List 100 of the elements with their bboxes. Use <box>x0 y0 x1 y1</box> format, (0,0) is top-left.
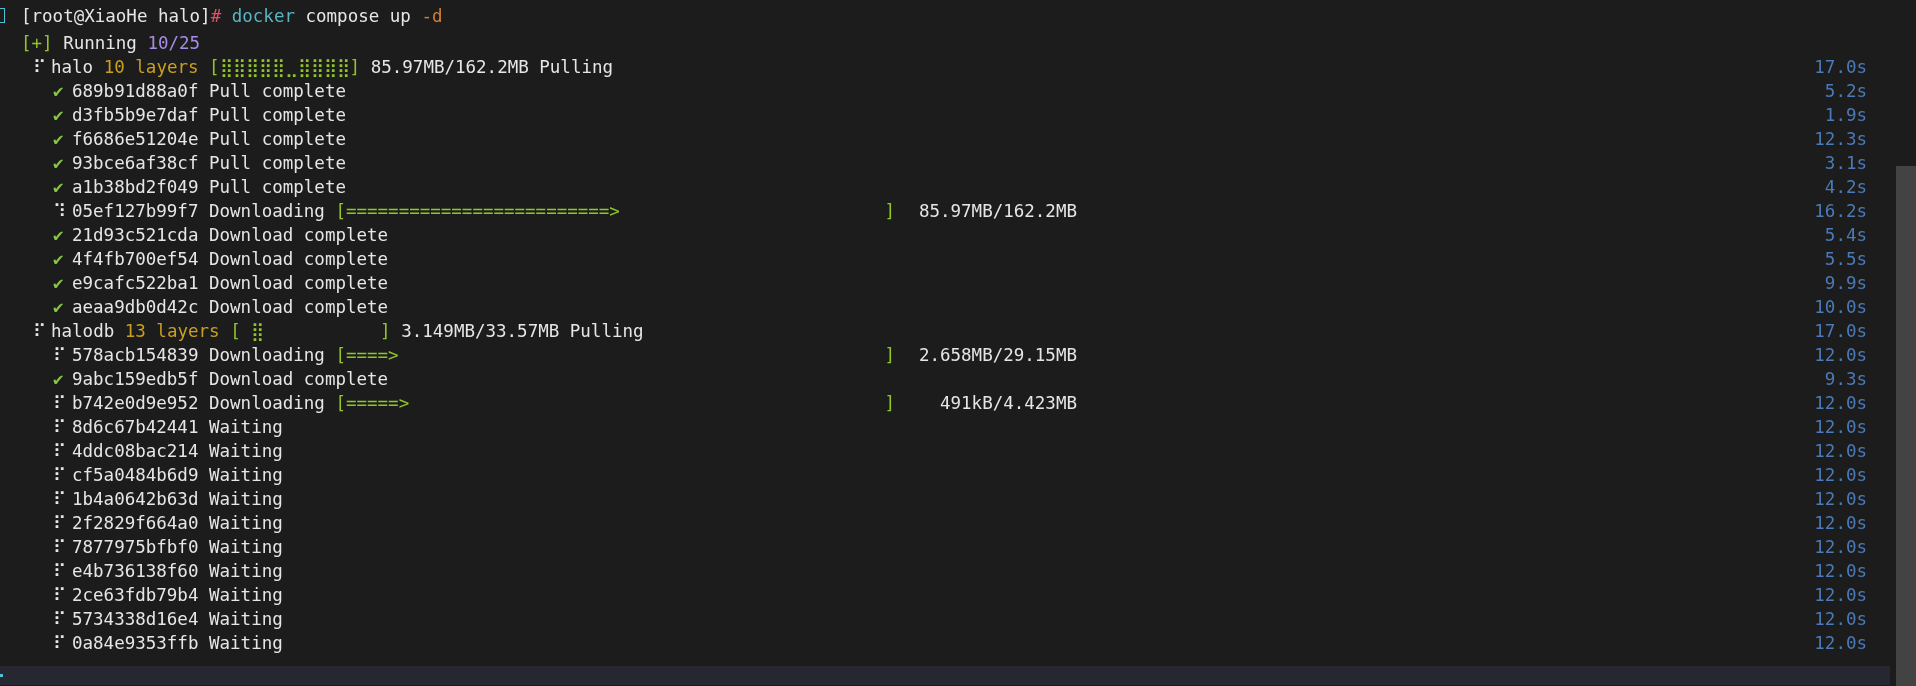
elapsed-time: 12.0s <box>1814 537 1867 557</box>
layer-status: Pull complete <box>209 153 346 173</box>
elapsed-time: 5.5s <box>1824 249 1867 269</box>
check-mark: ✔ <box>53 153 65 173</box>
prompt-marker-icon <box>0 8 5 23</box>
service-name: halo <box>51 57 94 77</box>
elapsed-time: 12.0s <box>1814 609 1867 629</box>
elapsed-time: 9.9s <box>1824 273 1867 293</box>
progress-bar-text: [====> <box>335 345 400 365</box>
service-name: halodb <box>51 321 115 341</box>
layer-id: aeaa9db0d42c <box>72 297 199 317</box>
layer-status: Waiting <box>209 585 283 605</box>
check-mark: ✔ <box>53 249 65 269</box>
layer-id: 21d93c521cda <box>72 225 199 245</box>
spinner-glyph: ⠏ <box>33 321 47 341</box>
spinner-glyph: ⠏ <box>33 57 47 77</box>
status-bracket: [+] <box>21 33 53 53</box>
elapsed-time: 12.3s <box>1814 129 1867 149</box>
check-mark: ✔ <box>53 81 65 101</box>
service-state: Pulling <box>539 57 614 77</box>
cursor-icon <box>0 674 3 677</box>
elapsed-time: 9.3s <box>1824 369 1867 389</box>
download-size: 85.97MB/162.2MB <box>370 57 529 77</box>
layer-status: Download complete <box>209 249 389 269</box>
spinner-glyph: ⠏ <box>53 609 67 629</box>
layer-status: Downloading <box>209 393 325 413</box>
layer-status: Waiting <box>209 441 283 461</box>
elapsed-time: 12.0s <box>1814 417 1867 437</box>
prompt-user-host: [root@XiaoHe halo] <box>21 5 211 26</box>
scrollbar-thumb[interactable] <box>1896 166 1916 686</box>
elapsed-time: 17.0s <box>1814 57 1867 77</box>
prompt-symbol: # <box>210 5 222 26</box>
spinner-glyph: ⠏ <box>53 441 67 461</box>
spinner-glyph: ⠏ <box>53 393 67 413</box>
command-args: compose up <box>305 5 411 26</box>
command-name: docker <box>231 5 295 26</box>
layer-id: 0a84e9353ffb <box>72 633 199 653</box>
check-mark: ✔ <box>53 177 65 197</box>
layer-id: 2ce63fdb79b4 <box>72 585 199 605</box>
progress-bar-text: [=====> <box>335 393 411 413</box>
layer-status: Waiting <box>209 489 283 509</box>
layer-status: Waiting <box>209 633 283 653</box>
progress-bar-text: [=========================> <box>335 201 621 221</box>
layer-status: Waiting <box>209 537 283 557</box>
layer-status: Downloading <box>209 201 325 221</box>
layer-status: Waiting <box>209 561 283 581</box>
layer-status: Download complete <box>209 369 389 389</box>
layer-status: Pull complete <box>209 81 346 101</box>
layer-id: f6686e51204e <box>72 129 199 149</box>
status-label: Running <box>63 33 137 53</box>
spinner-glyph: ⠏ <box>53 345 67 365</box>
elapsed-time: 16.2s <box>1814 201 1867 221</box>
spinner-glyph: ⠏ <box>53 537 67 557</box>
elapsed-time: 17.0s <box>1814 321 1867 341</box>
elapsed-time: 12.0s <box>1814 345 1867 365</box>
layer-count: 13 layers <box>124 321 220 341</box>
check-mark: ✔ <box>53 105 65 125</box>
spinner-glyph: ⠏ <box>53 633 67 653</box>
layer-id: 1b4a0642b63d <box>72 489 199 509</box>
elapsed-time: 12.0s <box>1814 633 1867 653</box>
elapsed-time: 12.0s <box>1814 465 1867 485</box>
layer-status: Waiting <box>209 513 283 533</box>
check-mark: ✔ <box>53 129 65 149</box>
check-mark: ✔ <box>53 273 65 293</box>
elapsed-time: 5.2s <box>1824 81 1867 101</box>
progress-bracket: ] <box>884 345 895 365</box>
layer-status: Waiting <box>209 417 283 437</box>
layer-status: Download complete <box>209 273 389 293</box>
layer-id: cf5a0484b6d9 <box>72 465 199 485</box>
layer-status: Waiting <box>209 465 283 485</box>
elapsed-time: 5.4s <box>1824 225 1867 245</box>
progress-bracket: ] <box>884 393 895 413</box>
layer-status: Download complete <box>209 225 389 245</box>
layer-id: 689b91d88a0f <box>72 81 199 101</box>
layer-id: a1b38bd2f049 <box>72 177 199 197</box>
check-mark: ✔ <box>53 225 65 245</box>
layer-id: e4b736138f60 <box>72 561 199 581</box>
status-count: 10/25 <box>147 33 201 53</box>
spinner-glyph: ⠏ <box>53 465 67 485</box>
spinner-glyph: ⠏ <box>53 513 67 533</box>
layer-status: Waiting <box>209 609 283 629</box>
elapsed-time: 12.0s <box>1814 489 1867 509</box>
download-size: 3.149MB/33.57MB <box>401 321 560 341</box>
layer-count: 10 layers <box>103 57 199 77</box>
layer-id: d3fb5b9e7daf <box>72 105 199 125</box>
elapsed-time: 1.9s <box>1824 105 1867 125</box>
elapsed-time: 12.0s <box>1814 585 1867 605</box>
check-mark: ✔ <box>53 369 65 389</box>
command-option-text: -d <box>421 5 443 26</box>
layer-status: Pull complete <box>209 129 346 149</box>
layer-status: Download complete <box>209 297 389 317</box>
elapsed-time: 3.1s <box>1824 153 1867 173</box>
layer-id: 578acb154839 <box>72 345 199 365</box>
layer-status: Downloading <box>209 345 325 365</box>
service-state: Pulling <box>569 321 644 341</box>
progress-bar-text: [ ⣿ ] <box>230 321 391 341</box>
elapsed-time: 4.2s <box>1824 177 1867 197</box>
spinner-glyph: ⠏ <box>53 585 67 605</box>
layer-id: 93bce6af38cf <box>72 153 199 173</box>
elapsed-time: 12.0s <box>1814 513 1867 533</box>
